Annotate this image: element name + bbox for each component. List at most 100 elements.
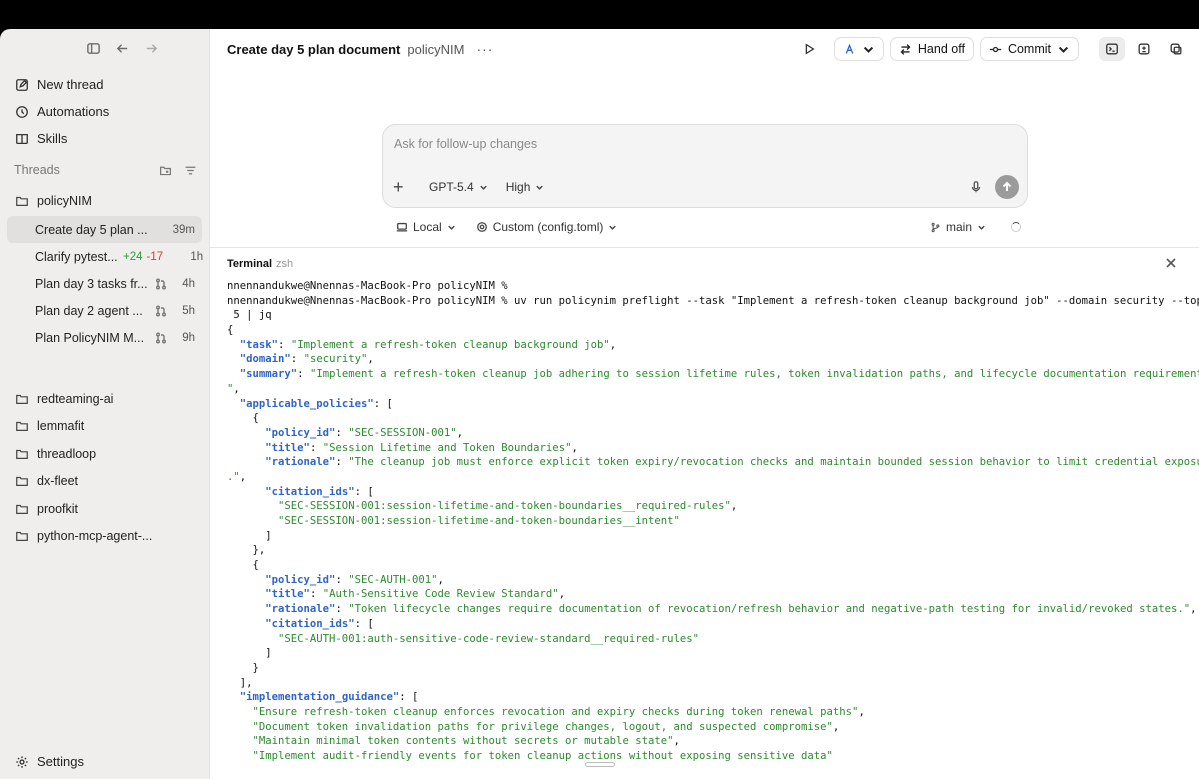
thread-item[interactable]: Clarify pytest... +24 -17 1h <box>7 243 204 270</box>
environment-selector[interactable]: Local <box>396 220 456 234</box>
effort-selector[interactable]: High <box>506 180 545 194</box>
open-window-button[interactable] <box>1163 37 1189 61</box>
json-guidance-item: "Maintain minimal token contents without… <box>252 735 674 748</box>
effort-label: High <box>505 180 531 194</box>
thread-list: Create day 5 plan ... 39m Clarify pytest… <box>7 216 204 351</box>
swap-arrows-icon <box>900 43 911 55</box>
thread-age: 1h <box>190 250 204 263</box>
microphone-icon[interactable] <box>969 180 983 194</box>
project-folder[interactable]: redteaming-ai <box>0 385 209 413</box>
composer: Ask for follow-up changes + GPT-5.4 High <box>382 124 1028 208</box>
json-line: }, <box>227 544 266 557</box>
thread-title: Create day 5 plan ... <box>35 222 148 237</box>
thread-title-heading: Create day 5 plan document <box>227 41 401 57</box>
project-folder[interactable]: python-mcp-agent-... <box>0 523 209 551</box>
json-line: ] <box>227 529 272 542</box>
nav-label: Automations <box>37 104 110 119</box>
diff-panel-button[interactable] <box>1131 37 1157 61</box>
forward-arrow-icon[interactable] <box>144 41 159 56</box>
json-policy-title: "Auth-Sensitive Code Review Standard" <box>322 588 559 601</box>
add-attachment-icon[interactable]: + <box>393 177 411 198</box>
json-line: "SEC-SESSION-001:session-lifetime-and-to… <box>227 514 1199 529</box>
json-policy-rationale: "The cleanup job must enforce explicit t… <box>348 456 1199 469</box>
gear-icon <box>16 755 28 768</box>
json-line: ", <box>227 382 240 395</box>
json-line: "SEC-SESSION-001:session-lifetime-and-to… <box>278 500 738 513</box>
json-line: } <box>227 661 259 674</box>
json-policy-id: "SEC-SESSION-001" <box>348 426 457 439</box>
project-label: proofkit <box>37 501 78 516</box>
json-line: ] <box>227 647 272 660</box>
branch-label: main <box>945 220 972 234</box>
terminal-line: nnennandukwe@Nnennas-MacBook-Pro policyN… <box>227 294 1199 307</box>
folder-icon <box>16 477 28 487</box>
json-line: "Maintain minimal token contents without… <box>252 735 680 748</box>
json-line: "rationale": "Token lifecycle changes re… <box>265 603 1197 616</box>
terminal-output[interactable]: nnennandukwe@Nnennas-MacBook-Pro policyN… <box>227 279 1199 764</box>
json-citation-id: "SEC-AUTH-001:auth-sensitive-code-review… <box>278 632 699 645</box>
thread-item[interactable]: Plan day 2 agent ... 5h <box>7 297 202 324</box>
json-line: "implementation_guidance": [ <box>239 691 419 704</box>
run-button[interactable] <box>796 37 822 61</box>
window-copy-icon <box>1170 43 1182 55</box>
folder-open-icon <box>16 196 28 206</box>
json-line: "citation_ids": [ <box>265 617 374 630</box>
json-policy-id: "SEC-AUTH-001" <box>348 573 438 586</box>
thread-age: 9h <box>182 331 195 344</box>
json-line: "title": "Session Lifetime and Token Bou… <box>265 441 578 454</box>
send-button[interactable] <box>995 175 1019 199</box>
hand-off-button[interactable]: Hand off <box>889 37 974 61</box>
thread-title: Clarify pytest... <box>35 249 117 264</box>
config-selector[interactable]: Custom (config.toml) <box>476 220 618 234</box>
project-folder[interactable]: lemmafit <box>0 413 209 441</box>
filter-icon[interactable] <box>184 164 197 177</box>
commit-button[interactable]: Commit <box>979 37 1079 61</box>
new-thread-button[interactable]: New thread <box>8 71 201 98</box>
json-line: "task": "Implement a refresh-token clean… <box>239 338 617 351</box>
json-line: "policy_id": "SEC-SESSION-001", <box>265 426 464 439</box>
terminal-toggle-button[interactable] <box>1099 37 1125 61</box>
json-policy-rationale: "Token lifecycle changes require documen… <box>348 603 1191 616</box>
project-folder[interactable]: dx-fleet <box>0 468 209 496</box>
json-line: "domain": "security", <box>239 353 374 366</box>
back-arrow-icon[interactable] <box>115 41 130 56</box>
branch-selector[interactable]: main <box>930 220 1021 234</box>
diff-additions: +24 <box>123 250 143 263</box>
thread-item[interactable]: Plan day 3 tasks fr... 4h <box>7 270 202 297</box>
terminal-line: 5 | jq <box>227 309 272 322</box>
thread-title: Plan PolicyNIM M... <box>35 330 145 345</box>
chevron-down-icon <box>863 46 874 53</box>
json-line: ], <box>227 676 253 689</box>
loading-spinner-icon <box>1011 222 1021 232</box>
scroll-indicator[interactable] <box>585 762 615 767</box>
environment-label: Local <box>413 220 442 234</box>
automations-button[interactable]: Automations <box>8 98 201 125</box>
settings-button[interactable]: Settings <box>15 754 84 769</box>
project-label: policyNIM <box>37 193 92 208</box>
folder-icon <box>16 532 28 542</box>
agent-selector[interactable] <box>833 37 884 61</box>
settings-label: Settings <box>37 754 84 769</box>
project-folder-policynim[interactable]: policyNIM <box>0 187 209 215</box>
json-line: "rationale": "The cleanup job must enfor… <box>227 455 1199 470</box>
nav-label: New thread <box>37 77 104 92</box>
chevron-down-icon <box>609 225 617 230</box>
thread-item[interactable]: Create day 5 plan ... 39m <box>7 216 202 243</box>
sidebar-toggle-icon[interactable] <box>86 41 101 56</box>
new-folder-icon[interactable] <box>159 164 172 177</box>
project-list: redteaming-ai lemmafit threadloop dx-fle… <box>0 385 209 550</box>
model-label: GPT-5.4 <box>429 180 474 194</box>
folder-icon <box>16 504 28 514</box>
close-icon[interactable] <box>1165 257 1177 269</box>
skills-button[interactable]: Skills <box>8 125 201 152</box>
model-selector[interactable]: GPT-5.4 <box>429 180 488 194</box>
environment-bar: Local Custom (config.toml) main <box>396 220 1021 234</box>
project-folder[interactable]: threadloop <box>0 440 209 468</box>
project-folder[interactable]: proofkit <box>0 495 209 523</box>
json-line: "Implement audit-friendly events for tok… <box>227 749 1199 764</box>
more-options-icon[interactable]: ··· <box>476 41 493 57</box>
composer-input[interactable]: Ask for follow-up changes <box>394 137 537 151</box>
threads-heading: Threads <box>14 163 60 177</box>
diff-panel-icon <box>1138 43 1150 55</box>
thread-item[interactable]: Plan PolicyNIM M... 9h <box>7 324 202 351</box>
